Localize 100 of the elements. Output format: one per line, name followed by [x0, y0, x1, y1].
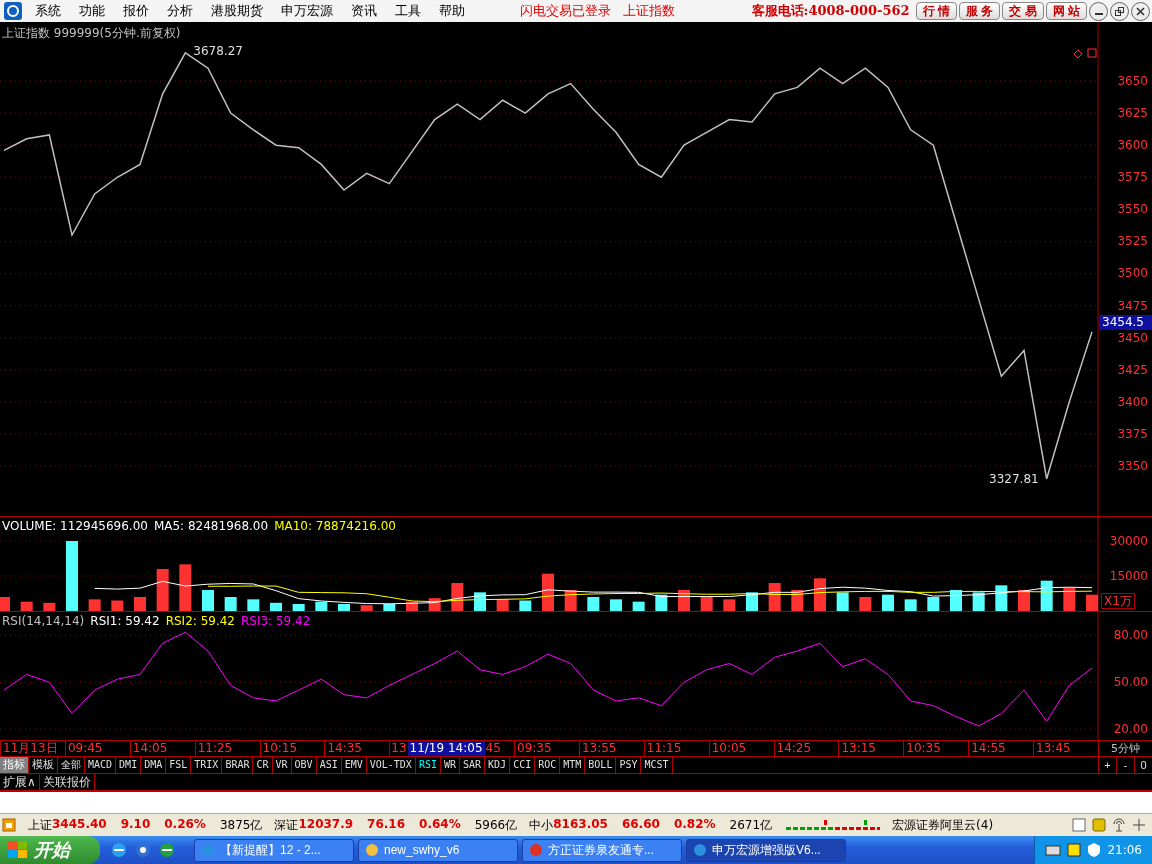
legend-text: VOLUME: 112945696.00 [2, 519, 148, 533]
time-label: 14:55 [968, 741, 1033, 756]
index-percent: 0.82% [673, 816, 716, 833]
legend-text: RSI1: 59.42 [90, 614, 160, 628]
legend-text: RSI3: 59.42 [241, 614, 311, 628]
index-price: 12037.9 [298, 816, 354, 833]
index-change: 76.16 [367, 816, 406, 833]
indicator-tab[interactable]: TRIX [191, 757, 223, 773]
legend-text: MA5: 82481968.00 [153, 519, 269, 533]
index-change: 66.60 [621, 816, 660, 833]
time-label: 13 [390, 741, 408, 756]
axis-label: 80.00 [1113, 628, 1148, 643]
menu-item[interactable]: 申万宏源 [272, 2, 342, 20]
price-annotation: 3327.81 [989, 471, 1039, 486]
index-name: 上证 [28, 816, 52, 834]
time-label: 09:45 [64, 741, 130, 756]
index-percent: 0.64% [419, 816, 461, 833]
time-label: 10:35 [903, 741, 969, 756]
axis-label: 3475 [1117, 298, 1148, 313]
axis-label: 3600 [1117, 138, 1148, 153]
time-label: 14:25 [773, 741, 839, 756]
indicator-tab[interactable]: MACD [85, 757, 117, 773]
menu-item[interactable]: 工具 [386, 2, 430, 20]
indicator-tab[interactable]: VR [272, 757, 292, 773]
time-label: 11:15 [643, 741, 709, 756]
nav-button[interactable]: 行 情 [915, 2, 957, 20]
indicator-tab[interactable]: CR [253, 757, 273, 773]
legend-text: MA10: 78874216.00 [274, 519, 396, 533]
nav-button[interactable]: 网 站 [1045, 2, 1087, 20]
price-annotation: 3678.27 [193, 43, 243, 58]
taskbar-task[interactable]: 申万宏源增强版V6... [686, 838, 846, 862]
taskbar-task[interactable]: 方正证券泉友通专... [522, 838, 682, 862]
taskbar-task[interactable]: 【新提醒】12 - 2... [194, 838, 354, 862]
chart-title: 上证指数 999999(5分钟.前复权) [2, 25, 181, 42]
indicator-tab[interactable]: DMA [141, 757, 167, 773]
time-label: 14:05 [129, 741, 195, 756]
indicator-tab[interactable]: VOL-TDX [366, 757, 416, 773]
menu-item[interactable]: 帮助 [430, 2, 474, 20]
time-label: 13:15 [838, 741, 904, 756]
index-price: 8163.05 [553, 816, 608, 833]
notice-text: 闪电交易已登录 [519, 2, 612, 20]
time-label: 13:45 [1033, 741, 1098, 756]
menu-item[interactable]: 资讯 [342, 2, 386, 20]
current-price: 3454.5 [1099, 314, 1152, 330]
indicator-tab[interactable]: KDJ [485, 757, 511, 773]
menu-item[interactable]: 系统 [26, 2, 70, 20]
time-label: 14:35 [324, 741, 390, 756]
menu-item[interactable]: 报价 [114, 2, 158, 20]
indicator-tab[interactable]: SAR [460, 757, 486, 773]
index-price: 3445.40 [52, 816, 107, 833]
axis-label: 3550 [1117, 202, 1148, 217]
unit-label: X1万 [1101, 593, 1135, 609]
panel-tab[interactable]: 指标 [0, 757, 29, 773]
axis-label: 15000 [1109, 569, 1148, 583]
indicator-tab[interactable]: BRAR [222, 757, 254, 773]
axis-label: 3350 [1117, 458, 1148, 473]
index-turnover: 5966亿 [474, 816, 518, 834]
index-change: 9.10 [120, 816, 151, 833]
server-name: 宏源证券阿里云(4) [892, 816, 994, 834]
indicator-tab[interactable]: RSI [415, 757, 441, 773]
indicator-tab[interactable]: FSL [166, 757, 192, 773]
panel-tab[interactable]: 模板 [29, 757, 58, 773]
taskbar-task[interactable]: new_swhy_v6 [358, 838, 518, 862]
legend-text: RSI2: 59.42 [165, 614, 235, 628]
menu-item[interactable]: 功能 [70, 2, 114, 20]
axis-label: 3625 [1117, 106, 1148, 121]
axis-label: 3375 [1117, 426, 1148, 441]
time-label: 13:55 [578, 741, 644, 756]
cursor-time: 11/19 14:05 [407, 741, 485, 756]
indicator-tab[interactable]: MCST [641, 757, 673, 773]
notice-text: 上证指数 [622, 2, 676, 20]
index-turnover: 2671亿 [729, 816, 773, 834]
index-name: 深证 [274, 816, 299, 834]
menu-item[interactable]: 港股期货 [202, 2, 272, 20]
axis-label: 3400 [1117, 394, 1148, 409]
indicator-tab[interactable]: WR [440, 757, 460, 773]
indicator-tab[interactable]: OBV [291, 757, 317, 773]
indicator-tab[interactable]: 全部 [58, 757, 85, 773]
legend-text: RSI(14,14,14) [2, 614, 85, 628]
indicator-tab[interactable]: PSY [616, 757, 642, 773]
indicator-tab[interactable]: BOLL [585, 757, 617, 773]
sub-tab[interactable]: 扩展∧ [0, 774, 40, 790]
nav-button[interactable]: 服 务 [958, 2, 1001, 20]
index-name: 中小 [529, 816, 554, 834]
index-percent: 0.26% [164, 816, 206, 833]
axis-label: 3425 [1117, 362, 1148, 377]
menu-item[interactable]: 分析 [158, 2, 202, 20]
index-turnover: 3875亿 [219, 816, 263, 834]
period-label[interactable]: 5分钟 [1098, 741, 1152, 756]
hotline-text: 客服电话:4008-000-562 [751, 2, 910, 20]
indicator-tab[interactable]: ROC [535, 757, 561, 773]
indicator-tab[interactable]: CCI [510, 757, 536, 773]
time-label: 11月13日 [0, 741, 65, 756]
nav-button[interactable]: 交 易 [1002, 2, 1044, 20]
axis-label: 3450 [1117, 330, 1148, 345]
indicator-tab[interactable]: DMI [116, 757, 142, 773]
indicator-tab[interactable]: EMV [341, 757, 367, 773]
axis-label: 3650 [1117, 74, 1148, 88]
indicator-tab[interactable]: MTM [560, 757, 586, 773]
indicator-tab[interactable]: ASI [316, 757, 342, 773]
